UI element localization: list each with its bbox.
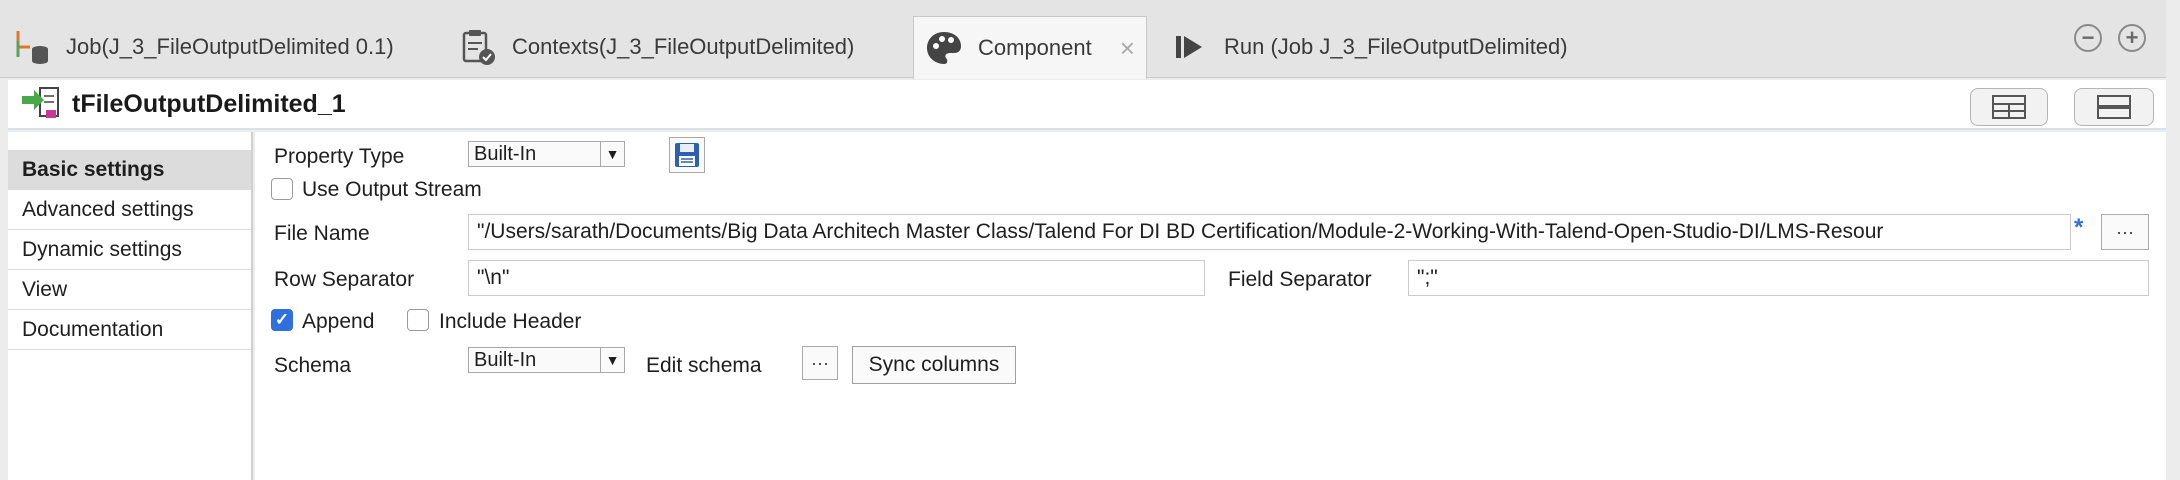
include-header-checkbox[interactable] (407, 309, 429, 331)
schema-value: Built-In (474, 349, 537, 371)
row-separator-label: Row Separator (274, 268, 415, 291)
component-header: tFileOutputDelimited_1 (8, 80, 2166, 130)
maximize-icon[interactable]: + (2118, 24, 2146, 52)
job-icon (12, 27, 52, 67)
nav-view[interactable]: View (8, 270, 251, 310)
file-name-label: File Name (274, 222, 370, 245)
append-checkbox[interactable]: ✓ (271, 309, 293, 331)
property-type-label: Property Type (274, 145, 405, 168)
schema-select[interactable]: Built-In ▼ (468, 347, 625, 373)
field-separator-label: Field Separator (1228, 268, 1372, 291)
settings-nav: Basic settings Advanced settings Dynamic… (8, 132, 253, 480)
file-name-input[interactable]: "/Users/sarath/Documents/Big Data Archit… (468, 214, 2071, 250)
edit-schema-button[interactable]: ··· (802, 346, 838, 380)
contexts-clipboard-icon (458, 27, 498, 67)
grid-layout-icon (1992, 95, 2026, 119)
required-marker: * (2074, 214, 2084, 241)
nav-advanced-settings[interactable]: Advanced settings (8, 190, 251, 230)
nav-basic-settings[interactable]: Basic settings (8, 150, 251, 190)
property-type-value: Built-In (474, 143, 537, 165)
save-property-button[interactable] (669, 137, 705, 173)
row-separator-input[interactable]: "\n" (468, 260, 1205, 296)
field-separator-input[interactable]: ";" (1408, 260, 2149, 296)
nav-dynamic-settings[interactable]: Dynamic settings (8, 230, 251, 270)
browse-file-button[interactable]: ··· (2101, 214, 2149, 250)
palette-icon (924, 28, 964, 68)
window-controls: − + (2074, 24, 2146, 52)
use-output-stream-checkbox[interactable] (271, 178, 293, 200)
tab-label: Job(J_3_FileOutputDelimited 0.1) (66, 34, 394, 59)
run-icon (1170, 27, 1210, 67)
layout-grid-button[interactable] (1970, 88, 2048, 126)
file-output-icon (20, 84, 64, 124)
sync-columns-button[interactable]: Sync columns (852, 346, 1016, 384)
use-output-stream-label: Use Output Stream (302, 178, 482, 201)
dropdown-arrow-icon: ▼ (600, 348, 624, 372)
floppy-disk-icon (675, 143, 699, 167)
property-type-select[interactable]: Built-In ▼ (468, 141, 625, 167)
minimize-icon[interactable]: − (2074, 24, 2102, 52)
close-icon[interactable]: × (1120, 33, 1135, 64)
tab-run[interactable]: Run (Job J_3_FileOutputDelimited) (1170, 16, 1568, 78)
append-label: Append (302, 310, 375, 333)
edit-schema-label: Edit schema (646, 354, 762, 377)
tab-label: Run (Job J_3_FileOutputDelimited) (1224, 34, 1568, 59)
nav-documentation[interactable]: Documentation (8, 310, 251, 350)
editor-tab-bar: Job(J_3_FileOutputDelimited 0.1) Context… (0, 0, 2166, 79)
tab-job[interactable]: Job(J_3_FileOutputDelimited 0.1) (12, 16, 394, 78)
tab-label: Contexts(J_3_FileOutputDelimited) (512, 34, 855, 59)
tab-component[interactable]: Component × (913, 16, 1147, 79)
split-layout-icon (2097, 95, 2131, 119)
dropdown-arrow-icon: ▼ (600, 142, 624, 166)
tab-label: Component (978, 35, 1092, 60)
tab-contexts[interactable]: Contexts(J_3_FileOutputDelimited) (458, 16, 854, 78)
component-title: tFileOutputDelimited_1 (72, 90, 346, 118)
layout-split-button[interactable] (2074, 88, 2154, 126)
include-header-label: Include Header (439, 310, 582, 333)
basic-settings-panel: Property Type Built-In ▼ Use Output Stre… (255, 132, 2166, 480)
schema-label: Schema (274, 354, 352, 377)
